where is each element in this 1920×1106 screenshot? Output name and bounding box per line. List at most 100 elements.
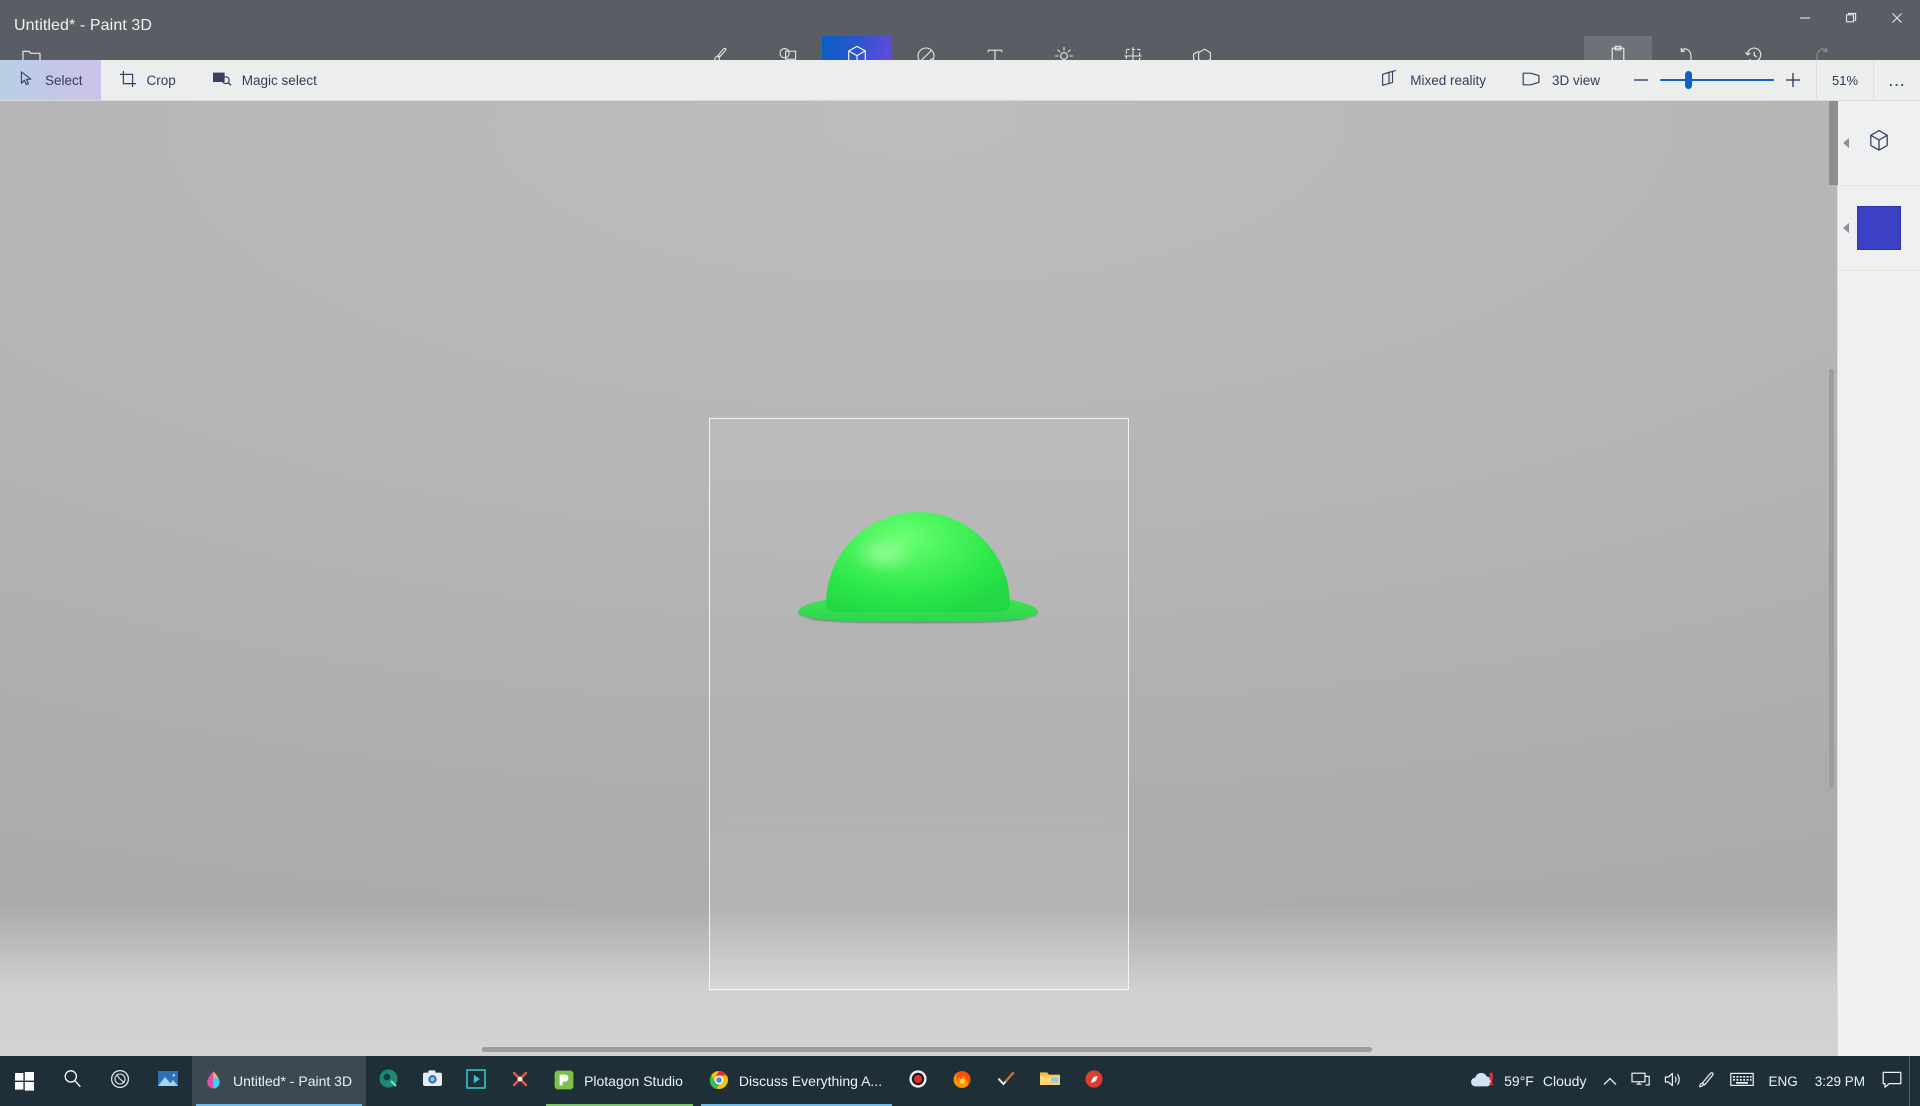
taskbar-file-explorer[interactable]	[1028, 1056, 1072, 1106]
mixed-reality-button[interactable]: Mixed reality	[1362, 69, 1504, 91]
system-tray: 59°F Cloudy ENG 3:29 PM	[1457, 1056, 1920, 1106]
weather-condition: Cloudy	[1542, 1073, 1587, 1089]
search-icon	[63, 1069, 82, 1093]
camera-icon	[422, 1069, 443, 1093]
canvas-stage[interactable]	[0, 101, 1837, 1056]
window-title: Untitled* - Paint 3D	[14, 17, 153, 34]
select-tool-label: Select	[45, 72, 83, 88]
chevron-up-icon	[1603, 1074, 1617, 1089]
app2-icon	[1084, 1069, 1104, 1094]
taskbar-app-icon[interactable]	[498, 1056, 542, 1106]
keyboard-button[interactable]	[1723, 1056, 1761, 1106]
horizontal-scroll-thumb[interactable]	[482, 1047, 1372, 1052]
clock[interactable]: 3:29 PM	[1805, 1074, 1875, 1089]
search-button[interactable]	[48, 1056, 96, 1106]
zoom-slider[interactable]	[1660, 60, 1774, 100]
more-options-button[interactable]: …	[1874, 60, 1920, 100]
cortana-button[interactable]	[96, 1056, 144, 1106]
mixed-reality-label: Mixed reality	[1410, 72, 1486, 88]
paint3d-window: Untitled* - Paint 3D Select Crop Magic s…	[0, 0, 1920, 1106]
keyboard-icon	[1730, 1072, 1755, 1090]
taskbar-app-label: Untitled* - Paint 3D	[233, 1073, 353, 1089]
show-desktop-button[interactable]	[1909, 1056, 1918, 1106]
photos-button[interactable]	[144, 1056, 192, 1106]
magic-select-tool-label: Magic select	[241, 72, 317, 88]
action-center-button[interactable]	[1875, 1056, 1909, 1106]
taskbar-record[interactable]	[896, 1056, 940, 1106]
rail-empty-area	[1838, 271, 1920, 1056]
taskbar-app-plotagon[interactable]: Plotagon Studio	[542, 1056, 697, 1106]
taskbar-checkmark[interactable]	[984, 1056, 1028, 1106]
pen-icon	[1697, 1071, 1716, 1092]
notification-icon	[1882, 1071, 1902, 1092]
zoom-percentage[interactable]: 51%	[1816, 60, 1874, 100]
magic-select-tool[interactable]: Magic select	[194, 60, 335, 100]
3d-view-label: 3D view	[1551, 72, 1600, 88]
windows-taskbar: Untitled* - Paint 3D Plotagon Studio Dis…	[0, 1056, 1920, 1106]
firefox-icon	[952, 1069, 972, 1094]
zoom-controls	[1618, 60, 1816, 100]
crop-tool[interactable]: Crop	[101, 60, 194, 100]
taskbar-app-chrome[interactable]: Discuss Everything A...	[697, 1056, 896, 1106]
color-swatch-panel[interactable]	[1838, 186, 1920, 271]
taskbar-firefox-nightly[interactable]	[366, 1056, 410, 1106]
app-icon	[510, 1069, 530, 1094]
taskbar-app-label: Discuss Everything A...	[738, 1073, 883, 1089]
magic-select-icon	[212, 70, 232, 91]
photos-icon	[157, 1069, 179, 1093]
cube-icon	[1868, 129, 1890, 157]
close-button[interactable]	[1874, 0, 1920, 36]
window-controls	[1782, 0, 1920, 36]
language-label: ENG	[1768, 1073, 1798, 1089]
green-3d-hat-object[interactable]	[798, 507, 1038, 623]
volume-button[interactable]	[1657, 1056, 1690, 1106]
taskbar-left: Untitled* - Paint 3D Plotagon Studio Dis…	[0, 1056, 1116, 1106]
taskbar-camera[interactable]	[410, 1056, 454, 1106]
horizontal-scrollbar[interactable]	[0, 1044, 1825, 1056]
tool-ribbon: Select Crop Magic select Mixed reality 3…	[0, 60, 1920, 101]
zoom-in-button[interactable]	[1774, 60, 1812, 100]
vertical-scrollbar[interactable]	[1825, 101, 1837, 1056]
side-rail	[1829, 101, 1920, 1056]
title-bar: Untitled* - Paint 3D	[0, 0, 1920, 96]
movies-tv-icon	[466, 1068, 486, 1094]
3d-view-icon	[1522, 71, 1542, 90]
tray-overflow-button[interactable]	[1596, 1056, 1624, 1106]
work-area	[0, 101, 1920, 1056]
select-tool[interactable]: Select	[0, 60, 101, 100]
pen-button[interactable]	[1690, 1056, 1723, 1106]
network-button[interactable]	[1624, 1056, 1657, 1106]
zoom-slider-track	[1660, 78, 1774, 82]
language-button[interactable]: ENG	[1761, 1056, 1804, 1106]
crop-tool-label: Crop	[146, 72, 176, 88]
taskbar-movies-tv[interactable]	[454, 1056, 498, 1106]
minimize-button[interactable]	[1782, 0, 1828, 36]
taskbar-app-label: Plotagon Studio	[584, 1073, 683, 1089]
zoom-out-button[interactable]	[1622, 60, 1660, 100]
vertical-scroll-thumb[interactable]	[1829, 369, 1834, 789]
start-button[interactable]	[0, 1056, 48, 1106]
taskbar-app-paint3d[interactable]: Untitled* - Paint 3D	[192, 1056, 367, 1106]
ribbon-spacer	[335, 60, 1362, 100]
weather-cloud-icon	[1469, 1070, 1495, 1093]
plotagon-icon	[554, 1070, 574, 1093]
taskbar-app2[interactable]	[1072, 1056, 1116, 1106]
maximize-button[interactable]	[1828, 0, 1874, 36]
weather-widget[interactable]: 59°F Cloudy	[1457, 1070, 1596, 1093]
hat-dome	[826, 512, 1010, 612]
3d-view-button[interactable]: 3D view	[1504, 71, 1618, 90]
expand-panel-arrow-icon[interactable]	[1843, 138, 1849, 148]
3d-objects-panel[interactable]	[1829, 101, 1920, 186]
rail-divider	[1829, 101, 1838, 185]
hat-highlight	[852, 534, 916, 574]
weather-temperature: 59°F	[1504, 1073, 1534, 1089]
firefox-nightly-icon	[378, 1068, 399, 1094]
paint3d-icon	[204, 1070, 223, 1093]
clock-time: 3:29 PM	[1814, 1073, 1865, 1089]
canvas-sheet[interactable]	[709, 418, 1129, 990]
zoom-slider-thumb[interactable]	[1685, 71, 1692, 89]
expand-color-arrow-icon[interactable]	[1843, 223, 1849, 233]
taskbar-firefox[interactable]	[940, 1056, 984, 1106]
mixed-reality-icon	[1380, 69, 1400, 91]
current-color-swatch[interactable]	[1857, 206, 1901, 250]
